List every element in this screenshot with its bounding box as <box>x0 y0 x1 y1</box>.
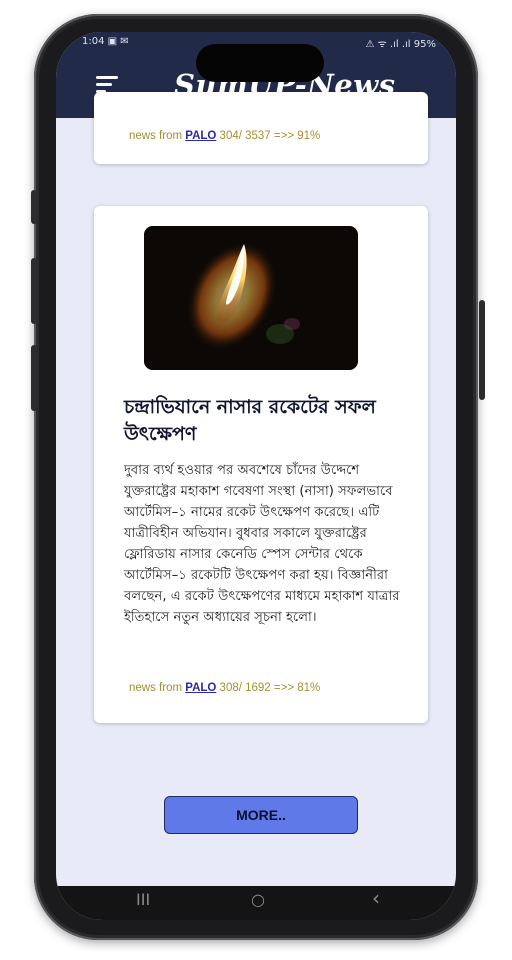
card-footer: news from PALO 304/ 3537 =>> 91% <box>129 130 320 142</box>
status-time-icons: 1:04 ▣ ✉ <box>82 36 129 47</box>
system-nav-bar: III ○ ‹ <box>56 886 456 920</box>
news-card-previous[interactable]: news from PALO 304/ 3537 =>> 91% <box>94 92 428 164</box>
source-link[interactable]: PALO <box>185 130 216 142</box>
footer-prefix: news from <box>129 682 183 694</box>
status-battery-signal: ⚠ ᯤ .ıl .ıl 95% <box>365 39 436 50</box>
home-icon[interactable]: ○ <box>251 890 265 909</box>
more-button[interactable]: MORE.. <box>164 796 358 834</box>
news-card[interactable]: চন্দ্রাভিযানে নাসার রকেটের সফল উৎক্ষেপণ … <box>94 206 428 723</box>
back-icon[interactable]: ‹ <box>372 886 380 910</box>
volume-up-button <box>31 258 37 324</box>
recents-icon[interactable]: III <box>136 890 150 909</box>
footer-stats: 304/ 3537 =>> 91% <box>219 130 321 142</box>
volume-down-button <box>31 345 37 411</box>
power-button <box>479 300 485 400</box>
mute-switch <box>31 190 37 224</box>
dynamic-island <box>196 44 324 82</box>
card-footer: news from PALO 308/ 1692 =>> 81% <box>129 682 320 694</box>
rocket-launch-image <box>144 226 358 370</box>
footer-prefix: news from <box>129 130 183 142</box>
news-summary: দুবার ব্যর্থ হওয়ার পর অবশেষে চাঁদের উদ্… <box>124 463 400 625</box>
news-headline[interactable]: চন্দ্রাভিযানে নাসার রকেটের সফল উৎক্ষেপণ <box>124 394 404 448</box>
screen: 1:04 ▣ ✉ ⚠ ᯤ .ıl .ıl 95% SumUP-News news… <box>56 32 456 920</box>
source-link[interactable]: PALO <box>185 682 216 694</box>
footer-stats: 308/ 1692 =>> 81% <box>219 682 321 694</box>
